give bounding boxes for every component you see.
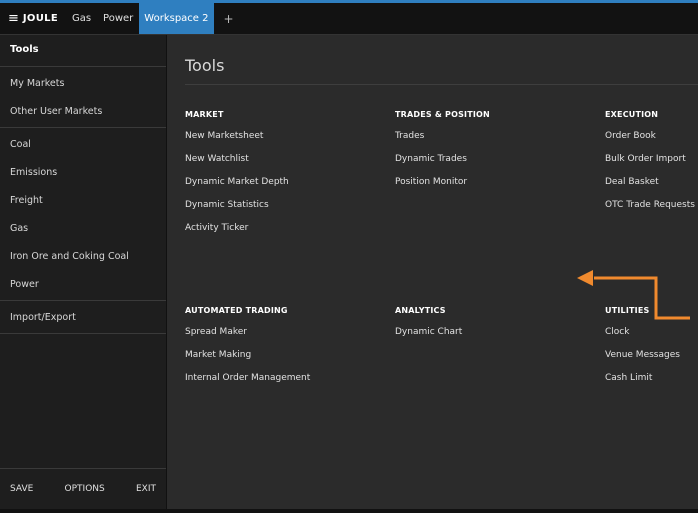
annotation-arrow (577, 270, 690, 320)
annotation-arrow-head (577, 270, 593, 286)
annotation-arrow-line (594, 276, 690, 320)
